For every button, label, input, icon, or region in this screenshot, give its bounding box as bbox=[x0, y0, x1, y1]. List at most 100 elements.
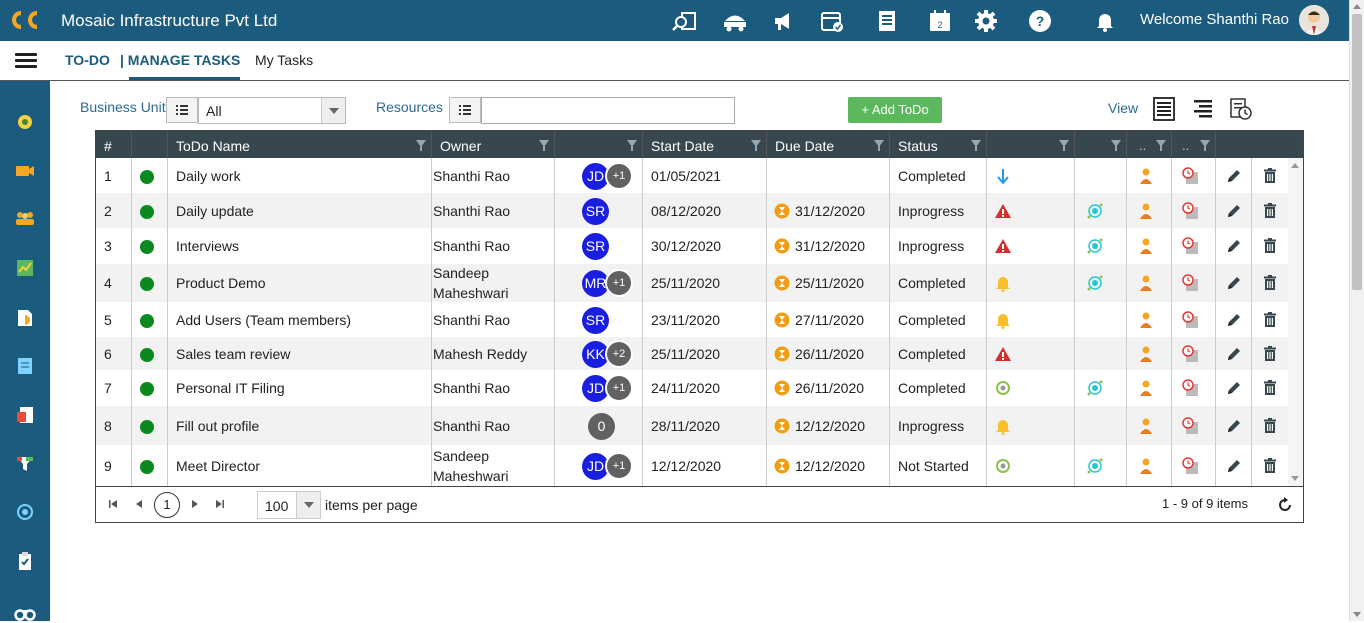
calendar-clock-icon[interactable] bbox=[1181, 344, 1201, 364]
cell-delete[interactable] bbox=[1252, 264, 1288, 302]
chevron-down-icon[interactable] bbox=[321, 98, 345, 123]
cell-edit[interactable] bbox=[1216, 264, 1252, 302]
assignee-badge[interactable]: SR bbox=[582, 197, 609, 225]
cell-schedule[interactable] bbox=[1172, 337, 1216, 370]
header-col-a[interactable]: .. bbox=[1127, 131, 1172, 158]
person-icon[interactable] bbox=[1136, 166, 1156, 186]
edit-icon[interactable] bbox=[1224, 166, 1244, 186]
resources-list-button[interactable] bbox=[449, 97, 481, 123]
resources-input[interactable] bbox=[481, 97, 735, 124]
header-due-date[interactable]: Due Date bbox=[767, 131, 890, 158]
tab-my-tasks[interactable]: My Tasks bbox=[255, 52, 313, 68]
cell-person[interactable] bbox=[1127, 158, 1172, 193]
calendar-2-icon[interactable]: 2 bbox=[927, 8, 953, 34]
binoculars-icon[interactable] bbox=[14, 601, 36, 623]
cell-delete[interactable] bbox=[1252, 445, 1288, 486]
person-icon[interactable] bbox=[1136, 310, 1156, 330]
filter-icon[interactable] bbox=[539, 140, 549, 151]
todo-name[interactable]: Interviews bbox=[176, 236, 239, 256]
table-row[interactable]: 5 Add Users (Team members) Shanthi Rao SR 23… bbox=[96, 302, 1288, 337]
current-page[interactable]: 1 bbox=[154, 492, 180, 518]
prev-page-icon[interactable] bbox=[134, 499, 144, 509]
table-row[interactable]: 4 Product Demo Sandeep Maheshwari MR +1 25/11/… bbox=[96, 264, 1288, 302]
trash-icon[interactable] bbox=[1260, 166, 1280, 186]
filter-icon[interactable] bbox=[971, 140, 981, 151]
cell-person[interactable] bbox=[1127, 337, 1172, 370]
calendar-clock-icon[interactable] bbox=[1181, 378, 1201, 398]
funnel-icon[interactable] bbox=[14, 453, 36, 475]
cell-person[interactable] bbox=[1127, 370, 1172, 406]
edit-icon[interactable] bbox=[1224, 273, 1244, 293]
bell-icon[interactable] bbox=[993, 416, 1013, 436]
target-icon[interactable] bbox=[1085, 378, 1105, 398]
header-target[interactable] bbox=[1075, 131, 1127, 158]
cell-schedule[interactable] bbox=[1172, 228, 1216, 264]
cell-person[interactable] bbox=[1127, 445, 1172, 486]
table-row[interactable]: 3 Interviews Shanthi Rao SR 30/12/2020 31/12/… bbox=[96, 228, 1288, 264]
extra-assignees-badge[interactable]: +1 bbox=[605, 374, 633, 402]
calendar-clock-icon[interactable] bbox=[1181, 201, 1201, 221]
extra-assignees-badge[interactable]: +2 bbox=[605, 339, 633, 368]
team-icon[interactable] bbox=[14, 207, 36, 229]
cell-edit[interactable] bbox=[1216, 370, 1252, 406]
todo-name[interactable]: Fill out profile bbox=[176, 416, 259, 436]
cell-person[interactable] bbox=[1127, 228, 1172, 264]
report-icon[interactable] bbox=[14, 404, 36, 426]
todo-name[interactable]: Daily update bbox=[176, 201, 254, 221]
trash-icon[interactable] bbox=[1260, 416, 1280, 436]
checklist-icon[interactable] bbox=[874, 8, 900, 34]
table-row[interactable]: 1 Daily work Shanthi Rao JD +1 01/05/2021 Comp… bbox=[96, 158, 1288, 193]
header-start-date[interactable]: Start Date bbox=[643, 131, 767, 158]
trash-icon[interactable] bbox=[1260, 378, 1280, 398]
menu-toggle-icon[interactable] bbox=[15, 53, 37, 69]
trash-icon[interactable] bbox=[1260, 456, 1280, 476]
bell-icon[interactable] bbox=[993, 273, 1013, 293]
filter-icon[interactable] bbox=[874, 140, 884, 151]
todo-name[interactable]: Daily work bbox=[176, 166, 241, 186]
cell-schedule[interactable] bbox=[1172, 370, 1216, 406]
table-row[interactable]: 8 Fill out profile Shanthi Rao 0 28/11/2020 1… bbox=[96, 406, 1288, 445]
target-icon[interactable] bbox=[14, 501, 36, 523]
assignee-badge[interactable]: 0 bbox=[588, 412, 615, 440]
target-icon[interactable] bbox=[1085, 236, 1105, 256]
cell-edit[interactable] bbox=[1216, 193, 1252, 228]
header-col-b[interactable]: .. bbox=[1172, 131, 1216, 158]
chart-icon[interactable] bbox=[14, 257, 36, 279]
cell-delete[interactable] bbox=[1252, 228, 1288, 264]
document-icon[interactable] bbox=[14, 307, 36, 329]
search-report-icon[interactable] bbox=[672, 8, 698, 34]
book-icon[interactable] bbox=[14, 355, 36, 377]
filter-icon[interactable] bbox=[416, 140, 426, 151]
cell-edit[interactable] bbox=[1216, 406, 1252, 445]
person-icon[interactable] bbox=[1136, 456, 1156, 476]
arrow-down-icon[interactable] bbox=[993, 166, 1013, 186]
chevron-down-icon[interactable] bbox=[296, 492, 320, 518]
header-num[interactable]: # bbox=[96, 131, 132, 158]
todo-name[interactable]: Product Demo bbox=[176, 273, 265, 293]
header-flag[interactable] bbox=[987, 131, 1075, 158]
header-todo-name[interactable]: ToDo Name bbox=[168, 131, 432, 158]
header-assignees[interactable] bbox=[555, 131, 643, 158]
trash-icon[interactable] bbox=[1260, 273, 1280, 293]
scroll-down-icon[interactable] bbox=[1353, 612, 1361, 617]
extra-assignees-badge[interactable]: +1 bbox=[605, 451, 633, 480]
table-row[interactable]: 9 Meet Director Sandeep Maheshwari JD +1 12/12… bbox=[96, 445, 1288, 486]
trash-icon[interactable] bbox=[1260, 310, 1280, 330]
pending-circle-icon[interactable] bbox=[993, 378, 1013, 398]
edit-icon[interactable] bbox=[1224, 416, 1244, 436]
first-page-icon[interactable] bbox=[108, 499, 118, 509]
cell-edit[interactable] bbox=[1216, 158, 1252, 193]
cell-delete[interactable] bbox=[1252, 406, 1288, 445]
filter-icon[interactable] bbox=[751, 140, 761, 151]
refresh-icon[interactable] bbox=[1276, 496, 1294, 514]
edit-icon[interactable] bbox=[1224, 201, 1244, 221]
align-right-view-icon[interactable] bbox=[1191, 97, 1215, 121]
bell-icon[interactable] bbox=[1092, 8, 1118, 34]
video-icon[interactable] bbox=[14, 160, 36, 182]
todo-name[interactable]: Add Users (Team members) bbox=[176, 310, 351, 330]
filter-icon[interactable] bbox=[1200, 140, 1210, 151]
todo-name[interactable]: Meet Director bbox=[176, 456, 260, 476]
todo-name[interactable]: Sales team review bbox=[176, 344, 290, 364]
edit-icon[interactable] bbox=[1224, 310, 1244, 330]
cell-schedule[interactable] bbox=[1172, 406, 1216, 445]
